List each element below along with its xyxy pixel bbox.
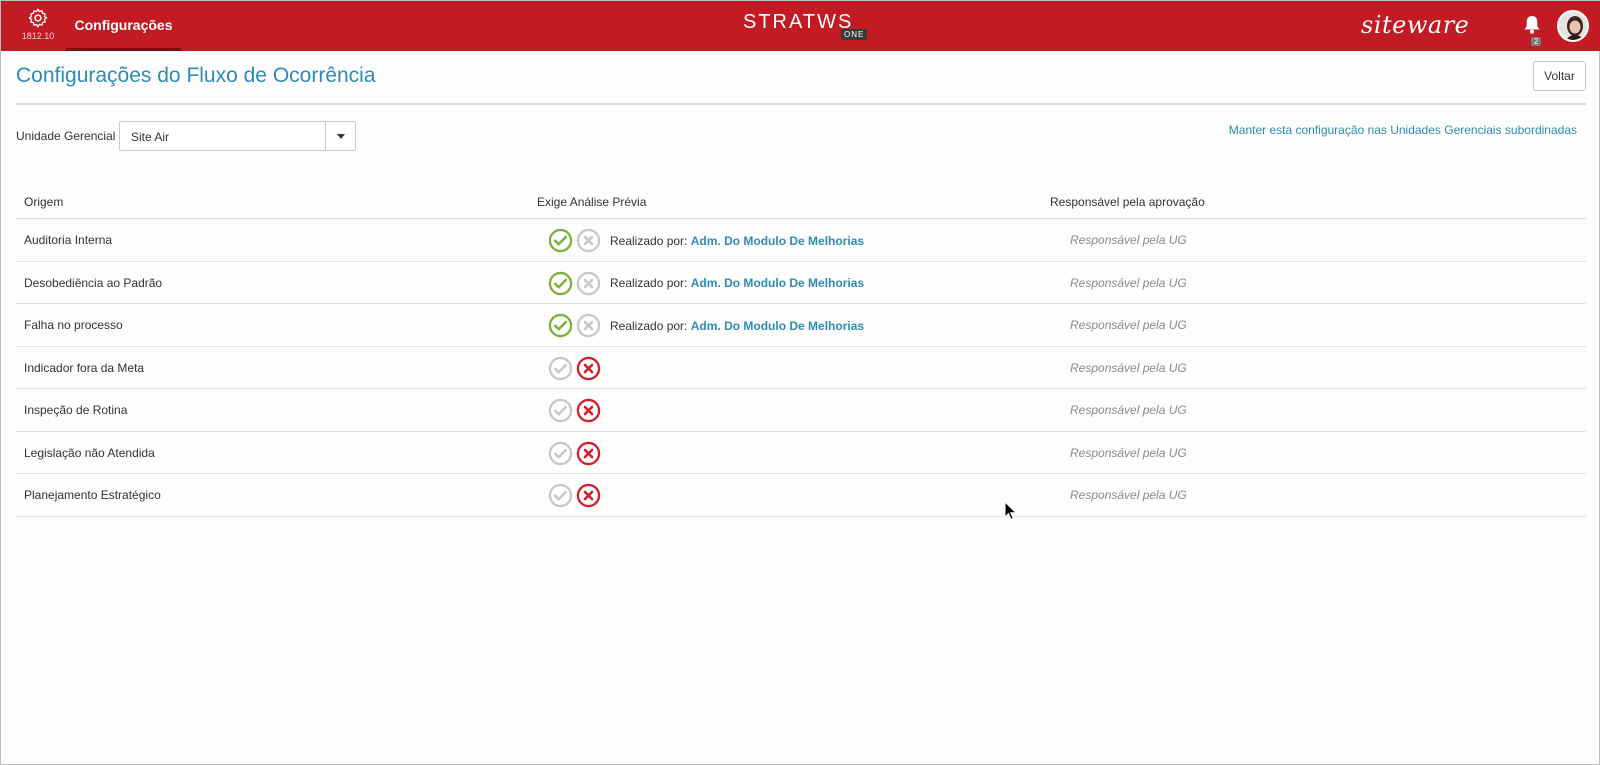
table-row: Legislação não Atendida Responsável pela … <box>16 432 1586 474</box>
origins-table: Origem Exige Análise Prévia Responsável … <box>16 187 1586 517</box>
origem-cell: Planejamento Estratégico <box>24 488 161 502</box>
realizado-prefix: Realizado por: <box>610 318 688 333</box>
realizado-user-link[interactable]: Adm. Do Modulo De Melhorias <box>691 276 864 290</box>
realizado-prefix: Realizado por: <box>610 276 688 290</box>
brand-text: STRATWS <box>743 11 854 33</box>
responsavel-cell[interactable]: Responsável pela UG <box>1070 233 1187 247</box>
realizado-user-link[interactable]: Adm. Do Modulo De Melhorias <box>691 234 864 248</box>
origem-cell: Auditoria Interna <box>24 233 113 247</box>
x-circle-icon[interactable] <box>576 356 601 381</box>
x-circle-icon[interactable] <box>576 398 601 423</box>
table-row: Falha no processo Realizado por: Adm. Do … <box>16 304 1586 347</box>
check-circle-icon[interactable] <box>548 398 573 423</box>
gear-icon <box>28 8 48 28</box>
x-circle-icon[interactable] <box>576 313 601 338</box>
stratws-logo: STRATWS ONE <box>743 9 873 43</box>
exige-cell: Realizado por: Adm. Do Modulo De Melhori… <box>548 228 864 253</box>
unidade-gerencial-label: Unidade Gerencial <box>16 129 116 143</box>
table-row: Planejamento Estratégico Responsável pela… <box>16 474 1586 517</box>
user-avatar[interactable] <box>1557 10 1589 42</box>
table-header: Origem Exige Análise Prévia Responsável … <box>16 187 1586 219</box>
responsavel-cell[interactable]: Responsável pela UG <box>1070 446 1187 460</box>
responsavel-cell[interactable]: Responsável pela UG <box>1070 361 1187 375</box>
realizado-por: Realizado por: Adm. Do Modulo De Melhori… <box>610 276 864 290</box>
title-divider <box>16 103 1586 105</box>
exige-cell <box>548 483 604 508</box>
header-responsavel: Responsável pela aprovação <box>1050 195 1205 209</box>
x-circle-icon[interactable] <box>576 271 601 296</box>
x-circle-icon[interactable] <box>576 228 601 253</box>
app-window: 1812.10 Configurações STRATWS ONE sitewa… <box>0 0 1600 765</box>
settings-button[interactable]: 1812.10 <box>15 7 61 49</box>
siteware-logo: siteware <box>1361 11 1470 39</box>
exige-cell <box>548 398 604 423</box>
realizado-por: Realizado por: Adm. Do Modulo De Melhori… <box>610 234 864 248</box>
responsavel-cell[interactable]: Responsável pela UG <box>1070 276 1187 290</box>
realizado-user-link[interactable]: Adm. Do Modulo De Melhorias <box>691 319 864 333</box>
origem-cell: Legislação não Atendida <box>24 445 155 460</box>
origem-cell: Inspeção de Rotina <box>24 403 128 417</box>
exige-cell: Realizado por: Adm. Do Modulo De Melhori… <box>548 271 864 296</box>
page-title: Configurações do Fluxo de Ocorrência <box>16 64 376 87</box>
table-row: Auditoria Interna Realizado por: Adm. Do … <box>16 219 1586 262</box>
check-circle-icon[interactable] <box>548 313 573 338</box>
check-circle-icon[interactable] <box>548 356 573 381</box>
chevron-down-icon[interactable] <box>325 122 355 150</box>
responsavel-cell[interactable]: Responsável pela UG <box>1070 403 1187 417</box>
top-navbar: 1812.10 Configurações STRATWS ONE sitewa… <box>1 1 1600 51</box>
origem-cell: Indicador fora da Meta <box>24 360 145 375</box>
table-row: Inspeção de Rotina Responsável pela UG <box>16 389 1586 432</box>
unidade-gerencial-value: Site Air <box>131 130 170 144</box>
table-row: Desobediência ao Padrão Realizado por: Ad… <box>16 262 1586 304</box>
exige-cell: Realizado por: Adm. Do Modulo De Melhori… <box>548 313 864 338</box>
header-origem: Origem <box>24 195 64 209</box>
origem-cell: Falha no processo <box>24 318 123 332</box>
bell-icon <box>1524 16 1540 34</box>
x-circle-icon[interactable] <box>576 441 601 466</box>
check-circle-icon[interactable] <box>548 228 573 253</box>
check-circle-icon[interactable] <box>548 483 573 508</box>
check-circle-icon[interactable] <box>548 441 573 466</box>
brand-badge: ONE <box>841 29 868 40</box>
realizado-por: Realizado por: Adm. Do Modulo De Melhori… <box>610 319 864 333</box>
tab-configuracoes[interactable]: Configurações <box>66 1 181 51</box>
avatar-image <box>1559 12 1587 40</box>
header-exige: Exige Análise Prévia <box>537 195 647 209</box>
x-circle-icon[interactable] <box>576 483 601 508</box>
check-circle-icon[interactable] <box>548 271 573 296</box>
notifications-button[interactable] <box>1523 15 1543 35</box>
keep-config-link[interactable]: Manter esta configuração nas Unidades Ge… <box>1229 123 1577 137</box>
mouse-cursor-icon <box>1004 501 1018 521</box>
back-button[interactable]: Voltar <box>1533 61 1586 91</box>
responsavel-cell[interactable]: Responsável pela UG <box>1070 488 1187 502</box>
realizado-prefix: Realizado por: <box>610 233 688 248</box>
exige-cell <box>548 356 604 381</box>
unidade-gerencial-select[interactable]: Site Air <box>119 121 356 151</box>
origem-cell: Desobediência ao Padrão <box>24 275 163 290</box>
notification-badge: 2 <box>1531 37 1542 46</box>
exige-cell <box>548 441 604 466</box>
version-label: 1812.10 <box>21 31 55 41</box>
table-row: Indicador fora da Meta Responsável pela U… <box>16 347 1586 389</box>
responsavel-cell[interactable]: Responsável pela UG <box>1070 318 1187 332</box>
table-body: Auditoria Interna Realizado por: Adm. Do … <box>16 219 1586 517</box>
